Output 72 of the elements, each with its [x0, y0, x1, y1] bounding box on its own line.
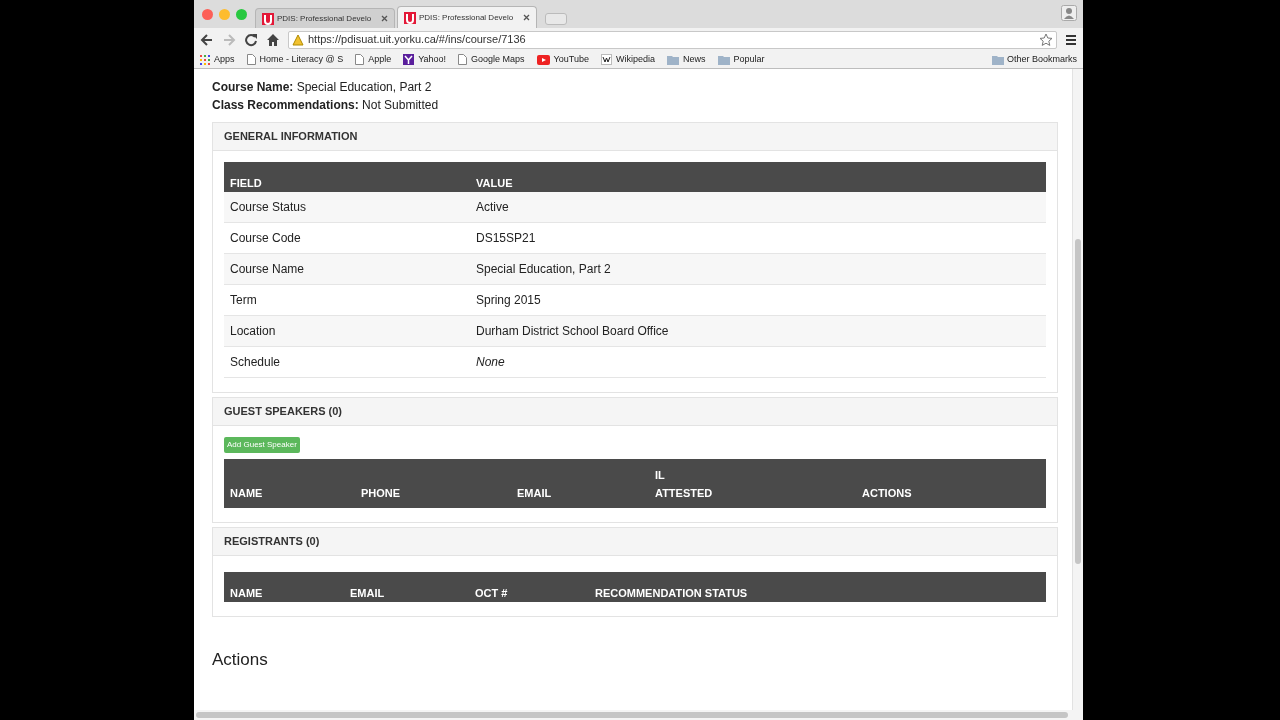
zoom-window-icon[interactable]: [236, 8, 247, 20]
favicon-icon: [404, 11, 416, 24]
url-text: https://pdisuat.uit.yorku.ca/#/ins/course/7136: [308, 32, 526, 48]
bookmark-link[interactable]: Wikipedia: [616, 52, 655, 67]
column-header: NAME: [230, 486, 264, 501]
bookmark-link[interactable]: Other Bookmarks: [1006, 52, 1077, 67]
page-icon: [355, 54, 365, 65]
horizontal-scrollbar[interactable]: [194, 710, 1083, 720]
column-header: EMAIL: [350, 586, 386, 601]
bookmark-link[interactable]: YouTube: [553, 52, 589, 67]
home-icon[interactable]: [266, 32, 280, 47]
browser-tab[interactable]: PDIS: Professional Develo: [397, 6, 537, 28]
star-icon[interactable]: [1039, 32, 1053, 47]
folder-icon: [717, 54, 730, 65]
panel-title: GUEST SPEAKERS (0): [224, 404, 342, 420]
column-header: NAME: [230, 586, 264, 601]
column-header: FIELD: [230, 176, 263, 191]
table-cell-text: Active: [476, 199, 510, 216]
bookmark-link[interactable]: Home - Literacy @ S: [259, 52, 344, 67]
scrollbar-thumb[interactable]: [1075, 239, 1081, 564]
profile-icon[interactable]: [1061, 5, 1077, 21]
close-window-icon[interactable]: [202, 8, 213, 20]
panel-title: REGISTRANTS (0): [224, 534, 320, 550]
page-icon: [246, 54, 256, 65]
panel-title: GENERAL INFORMATION: [224, 129, 358, 145]
close-tab-icon[interactable]: [523, 14, 530, 21]
folder-icon: [991, 54, 1004, 65]
table-cell-text: Term: [230, 292, 258, 309]
table-cell-text: Schedule: [230, 354, 282, 371]
section-heading: Actions: [212, 649, 269, 671]
table-cell-text: Durham District School Board Office: [476, 323, 670, 340]
folder-icon: [667, 54, 679, 65]
tab-title: PDIS: Professional Develo: [419, 11, 515, 24]
bookmark-link[interactable]: Apple: [368, 52, 392, 67]
column-header: RECOMMENDATION STATUS: [595, 586, 749, 601]
column-header: IL ATTESTED: [655, 468, 714, 501]
table-cell-text: DS15SP21: [476, 230, 537, 247]
table-cell-text: Special Education, Part 2: [476, 261, 612, 278]
reload-icon[interactable]: [244, 32, 258, 47]
tab-title: PDIS: Professional Develo: [277, 12, 373, 25]
column-header: PHONE: [361, 486, 402, 501]
forward-icon[interactable]: [222, 32, 236, 47]
table-cell-text: Course Name: [230, 261, 306, 278]
summary-line: Course Name: Special Education, Part 2: [212, 80, 432, 94]
bookmark-link[interactable]: Yahoo!: [418, 52, 447, 67]
address-bar[interactable]: https://pdisuat.uit.yorku.ca/#/ins/course/7136: [288, 30, 1057, 49]
table-cell-text: Course Status: [230, 199, 308, 216]
table-cell-text: Course Code: [230, 230, 302, 247]
play-icon: [536, 54, 550, 65]
y-letter-icon: [403, 54, 415, 65]
column-header: ACTIONS: [862, 486, 913, 501]
bookmark-link[interactable]: Google Maps: [471, 52, 525, 67]
column-header: VALUE: [476, 176, 514, 191]
bookmark-link[interactable]: News: [683, 52, 706, 67]
warning-lock-icon: [292, 33, 304, 46]
column-header: EMAIL: [517, 486, 553, 501]
bookmark-link[interactable]: Apps: [214, 52, 235, 67]
favicon-icon: [262, 12, 274, 25]
table-cell-text: Location: [230, 323, 277, 340]
back-icon[interactable]: [200, 32, 214, 47]
bookmark-link[interactable]: Popular: [733, 52, 765, 67]
w-square-icon: [601, 54, 612, 65]
summary-line: Class Recommendations: Not Submitted: [212, 98, 439, 112]
browser-tab[interactable]: PDIS: Professional Develo: [255, 8, 395, 28]
column-header: OCT #: [475, 586, 509, 601]
page-icon: [458, 54, 468, 65]
menu-icon[interactable]: [1065, 33, 1077, 46]
table-cell-text: Spring 2015: [476, 292, 542, 309]
close-tab-icon[interactable]: [381, 15, 388, 22]
new-tab-button[interactable]: [545, 13, 567, 25]
apps-grid-icon: [200, 54, 210, 65]
table-cell-text: None: [476, 354, 506, 371]
